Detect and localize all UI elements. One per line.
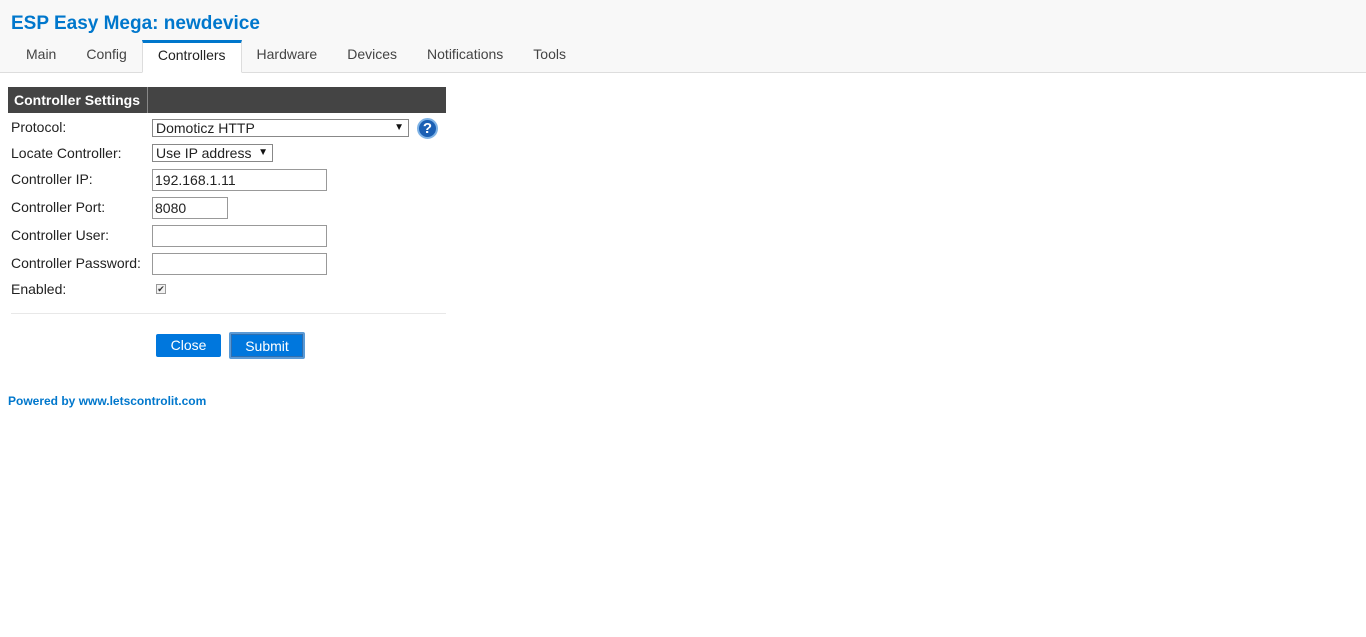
controller-password-input[interactable] (152, 253, 327, 275)
tab-hardware[interactable]: Hardware (242, 40, 333, 72)
top-header: ESP Easy Mega: newdevice Main Config Con… (0, 0, 1366, 73)
controller-port-label: Controller Port: (11, 199, 106, 215)
tab-tools[interactable]: Tools (518, 40, 581, 72)
help-icon[interactable]: ? (417, 118, 438, 139)
footer-link[interactable]: Powered by www.letscontrolit.com (8, 394, 206, 408)
tab-controllers[interactable]: Controllers (141, 40, 242, 73)
controller-user-input[interactable] (152, 225, 327, 247)
main-tabs: Main Config Controllers Hardware Devices… (11, 40, 581, 73)
submit-button[interactable]: Submit (229, 332, 305, 359)
locate-controller-label: Locate Controller: (11, 145, 122, 161)
table-header: Controller Settings (8, 87, 446, 113)
controller-user-label: Controller User: (11, 227, 110, 243)
table-header-title: Controller Settings (8, 87, 148, 113)
app-title: ESP Easy Mega: newdevice (11, 13, 260, 34)
controller-port-input[interactable]: 8080 (152, 197, 228, 219)
dropdown-arrow-icon: ▼ (394, 122, 404, 133)
tab-devices[interactable]: Devices (332, 40, 412, 72)
enabled-checkbox[interactable]: ✔ (156, 284, 166, 294)
locate-controller-select-value: Use IP address (156, 145, 252, 161)
tab-notifications[interactable]: Notifications (412, 40, 518, 72)
close-button[interactable]: Close (156, 334, 221, 357)
tab-config[interactable]: Config (71, 40, 141, 72)
protocol-label: Protocol: (11, 119, 67, 135)
dropdown-arrow-icon: ▼ (258, 147, 268, 158)
enabled-label: Enabled: (11, 281, 67, 297)
controller-ip-input[interactable]: 192.168.1.11 (152, 169, 327, 191)
divider (11, 313, 446, 314)
controller-ip-label: Controller IP: (11, 171, 93, 187)
controller-settings-table: Controller Settings (8, 87, 446, 113)
controller-password-label: Controller Password: (11, 255, 141, 271)
locate-controller-select[interactable]: Use IP address ▼ (152, 144, 273, 162)
protocol-select[interactable]: Domoticz HTTP ▼ (152, 119, 409, 137)
tab-main[interactable]: Main (11, 40, 71, 72)
protocol-select-value: Domoticz HTTP (156, 120, 255, 136)
